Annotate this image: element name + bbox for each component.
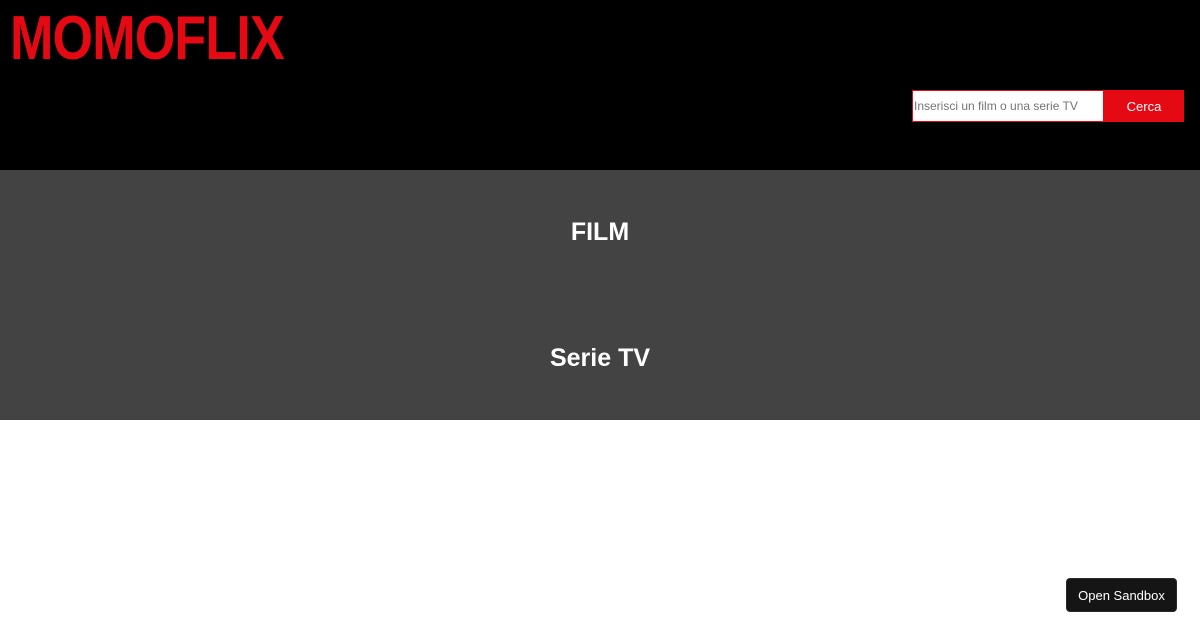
momoflix-logo[interactable]: MOMOFLIX <box>10 4 285 74</box>
series-section-title: Serie TV <box>549 344 651 372</box>
search-button[interactable]: Cerca <box>1104 90 1184 122</box>
search-input[interactable] <box>912 90 1104 122</box>
content-area: FILM Serie TV <box>0 170 1200 420</box>
site-header: MOMOFLIX Cerca <box>0 0 1200 170</box>
search-form: Cerca <box>912 90 1184 122</box>
film-section-title: FILM <box>570 218 630 246</box>
open-sandbox-button[interactable]: Open Sandbox <box>1066 578 1177 612</box>
